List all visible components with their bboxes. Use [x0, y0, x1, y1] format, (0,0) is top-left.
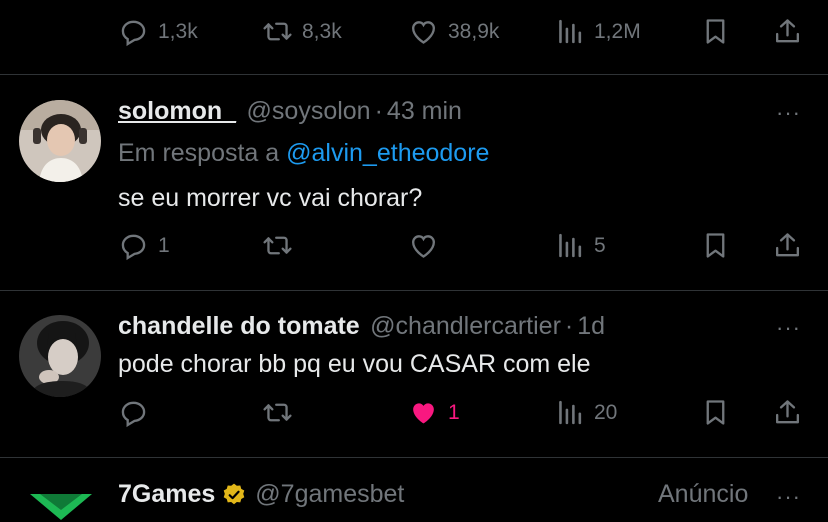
- avatar-photo-icon: [19, 315, 101, 397]
- repost-button[interactable]: [262, 230, 293, 261]
- more-options-button[interactable]: ···: [776, 484, 801, 510]
- reply-context: Em resposta a @alvin_etheodore: [118, 139, 489, 168]
- verified-badge-icon: [224, 483, 245, 504]
- views-count: 5: [594, 233, 606, 257]
- reply-count: 1: [158, 233, 170, 257]
- reply-to-link[interactable]: @alvin_etheodore: [286, 139, 489, 167]
- user-handle[interactable]: @7gamesbet: [255, 480, 404, 509]
- reply-button[interactable]: 1: [118, 230, 170, 261]
- like-count: 1: [448, 400, 460, 424]
- views-button[interactable]: 1,2M: [554, 16, 641, 47]
- bookmark-button[interactable]: [700, 397, 731, 428]
- 7games-logo-icon: [30, 494, 92, 520]
- tweet-header: 7Games @7gamesbet: [118, 480, 404, 509]
- views-icon: [559, 19, 582, 44]
- avatar[interactable]: [19, 100, 101, 182]
- reply-icon: [121, 234, 146, 261]
- divider: [0, 74, 828, 75]
- like-count: 38,9k: [448, 19, 500, 43]
- views-button[interactable]: 20: [554, 397, 617, 428]
- repost-icon: [263, 236, 292, 255]
- reply-prefix: Em resposta a: [118, 139, 280, 167]
- more-options-button[interactable]: ···: [776, 100, 801, 126]
- repost-icon: [263, 403, 292, 422]
- bookmark-icon: [706, 400, 725, 425]
- divider: [0, 457, 828, 458]
- timestamp[interactable]: 43 min: [387, 97, 462, 125]
- share-icon: [776, 233, 799, 257]
- tweet-header: solomon_ @soysolon · 43 min: [118, 97, 462, 126]
- more-options-button[interactable]: ···: [776, 315, 801, 341]
- heart-icon: [412, 235, 435, 258]
- reply-button[interactable]: [118, 397, 149, 428]
- like-button[interactable]: [408, 230, 439, 261]
- share-button[interactable]: [772, 230, 803, 261]
- repost-icon: [263, 22, 292, 41]
- reply-icon: [121, 401, 146, 428]
- ad-avatar[interactable]: [26, 492, 96, 522]
- share-icon: [776, 400, 799, 424]
- repost-count: 8,3k: [302, 19, 342, 43]
- separator-dot: ·: [564, 312, 574, 340]
- repost-button[interactable]: [262, 397, 293, 428]
- views-icon: [559, 400, 582, 425]
- bookmark-button[interactable]: [700, 230, 731, 261]
- bookmark-icon: [706, 19, 725, 44]
- ad-label: Anúncio: [658, 480, 749, 508]
- reply-icon: [121, 20, 146, 47]
- bookmark-icon: [706, 233, 725, 258]
- timestamp[interactable]: 1d: [577, 312, 605, 340]
- avatar-photo-icon: [19, 100, 101, 182]
- share-button[interactable]: [772, 16, 803, 47]
- reply-button[interactable]: 1,3k: [118, 16, 198, 47]
- display-name[interactable]: 7Games: [118, 480, 215, 509]
- like-button[interactable]: 38,9k: [408, 16, 499, 47]
- views-button[interactable]: 5: [554, 230, 606, 261]
- tweet-text: se eu morrer vc vai chorar?: [118, 184, 423, 212]
- separator-dot: ·: [374, 97, 383, 125]
- repost-button[interactable]: 8,3k: [262, 16, 342, 47]
- divider: [0, 290, 828, 291]
- views-count: 20: [594, 400, 618, 424]
- display-name[interactable]: solomon_: [118, 97, 236, 125]
- views-icon: [559, 233, 582, 258]
- avatar[interactable]: [19, 315, 101, 397]
- bookmark-button[interactable]: [700, 16, 731, 47]
- user-handle[interactable]: @soysolon: [247, 97, 371, 125]
- heart-icon: [412, 21, 435, 44]
- heart-filled-icon: [413, 403, 434, 424]
- tweet-header: chandelle do tomate @chandlercartier · 1d: [118, 312, 605, 341]
- share-icon: [776, 19, 799, 43]
- display-name[interactable]: chandelle do tomate: [118, 312, 360, 340]
- like-button-active[interactable]: 1: [408, 397, 460, 428]
- reply-count: 1,3k: [158, 19, 198, 43]
- share-button[interactable]: [772, 397, 803, 428]
- user-handle[interactable]: @chandlercartier: [370, 312, 561, 340]
- tweet-text: pode chorar bb pq eu vou CASAR com ele: [118, 350, 591, 378]
- views-count: 1,2M: [594, 19, 641, 43]
